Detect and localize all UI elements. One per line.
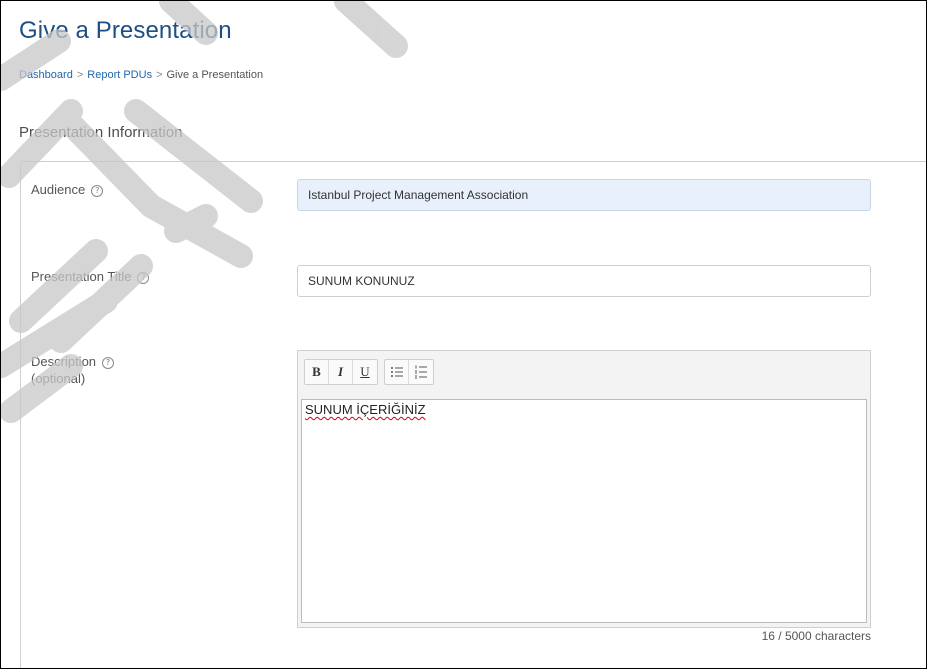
section-title: Presentation Information (19, 124, 183, 141)
format-button-group: B I U (304, 359, 378, 385)
help-icon[interactable]: ? (137, 272, 150, 284)
presentation-title-label: Presentation Title (31, 269, 132, 284)
page-frame: Give a Presentation Dashboard > Report PDU… (0, 0, 927, 669)
page-title: Give a Presentation (19, 17, 232, 44)
description-editor: B I U SUNUM İÇERİĞİNİZ (297, 350, 871, 628)
bold-button[interactable]: B (305, 360, 329, 384)
breadcrumb-current: Give a Presentation (166, 69, 264, 81)
bullet-list-icon (390, 367, 403, 377)
bullet-list-button[interactable] (385, 360, 409, 384)
description-label-row: Description? (optional) (31, 353, 115, 387)
description-optional-label: (optional) (31, 371, 86, 386)
help-icon[interactable]: ? (91, 185, 104, 197)
breadcrumb-dashboard-link[interactable]: Dashboard (19, 69, 73, 81)
audience-label: Audience (31, 182, 86, 197)
editor-toolbar: B I U (304, 359, 434, 385)
description-textarea[interactable]: SUNUM İÇERİĞİNİZ (301, 399, 867, 623)
help-icon[interactable]: ? (102, 357, 115, 369)
presentation-title-input[interactable] (297, 265, 871, 297)
presentation-title-label-row: Presentation Title? (31, 268, 150, 285)
breadcrumb-report-pdus-link[interactable]: Report PDUs (87, 69, 152, 81)
audience-input[interactable] (297, 179, 871, 211)
description-label: Description (31, 354, 97, 369)
character-counter: 16 / 5000 characters (761, 629, 871, 643)
breadcrumb-separator: > (76, 69, 84, 81)
numbered-list-button[interactable] (409, 360, 433, 384)
numbered-list-icon (415, 365, 427, 379)
watermark-stroke (334, 1, 408, 58)
underline-button[interactable]: U (353, 360, 377, 384)
audience-label-row: Audience? (31, 181, 104, 198)
list-button-group (384, 359, 434, 385)
breadcrumb: Dashboard > Report PDUs > Give a Presentatio… (19, 69, 263, 81)
italic-button[interactable]: I (329, 360, 353, 384)
breadcrumb-separator: > (156, 69, 163, 81)
description-text: SUNUM İÇERİĞİNİZ (305, 402, 426, 417)
